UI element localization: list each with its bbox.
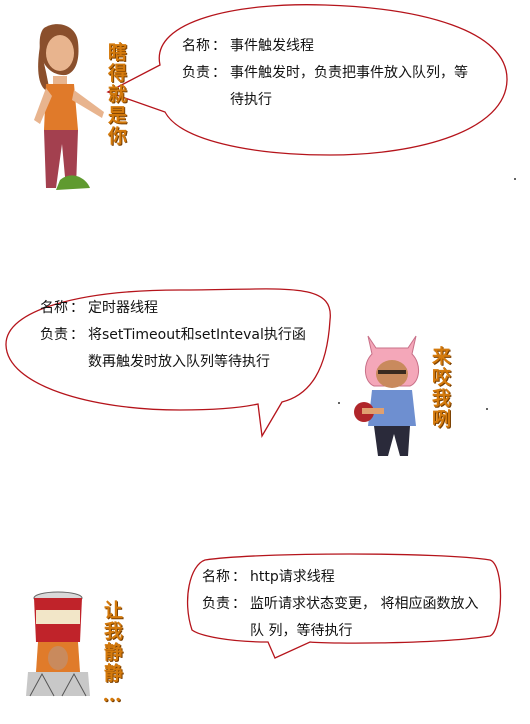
caption-1: 瞎得就是你 [105, 42, 127, 147]
duty-label: 负责 [40, 327, 68, 343]
caption-2: 来咬我咧 [429, 346, 451, 430]
duty-value: 监听请求状态变更， 将相应函数放入队 列，等待执行 [250, 596, 479, 639]
duty-label: 负责 [182, 65, 210, 81]
duty-value: 事件触发时，负责把事件放入队列，等待执行 [230, 65, 468, 108]
bucket-head-man-sticker [26, 591, 90, 697]
stray-dot [514, 178, 516, 180]
duty-row: 负责 ： 事件触发时，负责把事件放入队列，等待执行 [182, 60, 497, 114]
name-row: 名称 ： 事件触发线程 [182, 33, 497, 60]
bubble-3-text: 名称 ： http请求线程 负责 ： 监听请求状态变更， 将相应函数放入队 列，… [202, 564, 502, 645]
bubble-1-text: 名称 ： 事件触发线程 负责 ： 事件触发时，负责把事件放入队列，等待执行 [182, 33, 497, 114]
meme-illustration: 瞎得就是你 名称 ： 事件触发线程 负责 ： 事件触发时，负责把事件放入队列，等… [0, 0, 530, 724]
name-row: 名称 ： 定时器线程 [40, 295, 325, 322]
bubble-2-text: 名称 ： 定时器线程 负责 ： 将setTimeout和setInteval执行… [40, 295, 325, 376]
name-label: 名称 [40, 300, 68, 316]
name-value: 事件触发线程 [230, 38, 314, 54]
name-value: 定时器线程 [88, 300, 158, 316]
name-value: http请求线程 [250, 569, 335, 585]
name-row: 名称 ： http请求线程 [202, 564, 502, 591]
stray-dot [338, 402, 340, 404]
duty-value: 将setTimeout和setInteval执行函数再触发时放入队列等待执行 [88, 327, 306, 370]
duty-row: 负责 ： 监听请求状态变更， 将相应函数放入队 列，等待执行 [202, 591, 502, 645]
woman-pointing-sticker [34, 24, 104, 190]
stray-dot [486, 408, 488, 410]
pig-hat-man-sticker [354, 335, 419, 456]
name-label: 名称 [182, 38, 210, 54]
duty-label: 负责 [202, 596, 230, 612]
name-label: 名称 [202, 569, 230, 585]
caption-3: 让我静静… [101, 600, 123, 708]
duty-row: 负责 ： 将setTimeout和setInteval执行函数再触发时放入队列等… [40, 322, 325, 376]
